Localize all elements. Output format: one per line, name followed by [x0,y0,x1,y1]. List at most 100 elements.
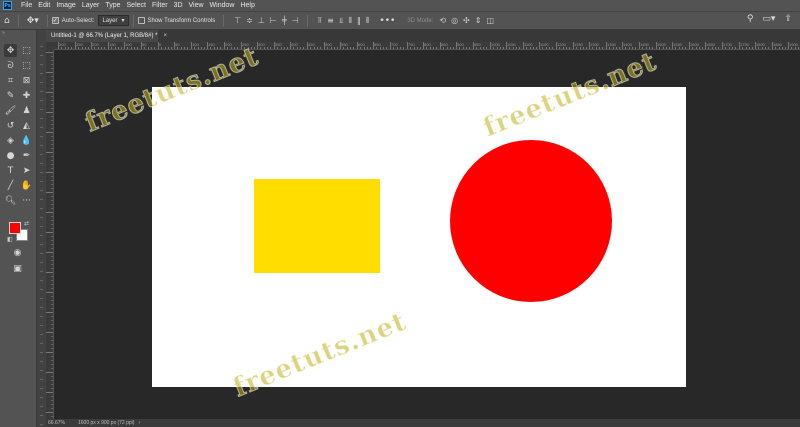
status-bar: 66.67% 1600 px x 900 px (72 ppi) › [46,419,800,427]
pan-3d-icon[interactable]: ✣ [463,16,470,25]
frame-tool-icon[interactable]: ⊠ [20,74,33,87]
menu-select[interactable]: Select [124,2,149,9]
history-brush-tool-icon[interactable]: ↺ [4,119,17,132]
ruler-tick-label: 1650 [706,42,715,47]
menu-window[interactable]: Window [207,2,238,9]
artboard-tool-icon[interactable]: ⬚ [20,44,33,57]
foreground-color-swatch[interactable] [9,222,21,234]
align-horizontal-center-icon[interactable]: ╪ [282,16,287,25]
dodge-tool-icon[interactable]: ● [4,149,17,162]
dock-strip-mark [40,235,43,236]
dock-strip-mark [40,208,43,209]
menu-edit[interactable]: Edit [35,2,53,9]
hand-tool-icon[interactable]: ✋ [20,179,33,192]
status-menu-arrow[interactable]: › [138,420,140,426]
eyedropper-tool-icon[interactable]: ✎ [4,89,17,102]
align-bottom-icon[interactable]: ⊥ [258,16,265,25]
menu-layer[interactable]: Layer [79,2,103,9]
type-tool-icon[interactable]: T [4,164,17,177]
paint-bucket-tool-icon[interactable]: ◈ [4,134,17,147]
menu-file[interactable]: File [18,2,35,9]
dock-strip-mark [40,199,43,200]
3d-mode-controls: ⟲ ◎ ✣ ⇕ ◫ [439,16,494,25]
distribute-right-icon[interactable]: ⦀ [366,16,370,26]
menu-view[interactable]: View [186,2,207,9]
lasso-tool-icon[interactable]: ᘐ [4,59,17,72]
zoom-level[interactable]: 66.67% [46,420,70,426]
zoom-tool-icon[interactable]: 🔍︎ [4,194,17,207]
move-tool-icon[interactable]: ✥ [4,44,17,57]
3d-mode-label: 3D Mode: [407,17,434,24]
orbit-3d-icon[interactable]: ⟲ [439,16,446,25]
quick-mask-icon[interactable]: ◉ [11,246,24,259]
yellow-rectangle-shape[interactable] [254,179,380,273]
dock-strip-mark [40,82,43,83]
screen-mode-icon[interactable]: ▣ [11,262,24,275]
menu-3d[interactable]: 3D [171,2,186,9]
show-transform-controls-checkbox[interactable] [137,17,145,24]
rectangular-marquee-tool-icon[interactable]: ⬚ [20,59,33,72]
panel-collapse-icon[interactable]: » [0,30,36,36]
menu-filter[interactable]: Filter [149,2,171,9]
ruler-tick-label: 1850 [773,42,782,47]
divider [17,14,19,27]
menu-help[interactable]: Help [237,2,257,9]
distribute-top-icon[interactable]: ⫪ [318,16,323,26]
crop-tool-icon[interactable]: ⌗ [4,74,17,87]
auto-select-checkbox[interactable]: ✓ [51,17,59,24]
ruler-tick [46,252,53,253]
photoshop-logo: Ps [3,1,12,10]
ruler-tick [46,352,53,353]
dock-strip-mark [40,388,43,389]
search-icon[interactable]: ⚲ [747,14,754,24]
dock-strip-mark [40,271,43,272]
share-icon[interactable]: ⇪ [784,14,792,24]
healing-brush-tool-icon[interactable]: ✚ [20,89,33,102]
ruler-tick [46,372,53,373]
dock-strip-mark [40,370,43,371]
ruler-tick-label: 1100 [524,42,533,47]
more-tools-icon[interactable]: ··· [20,194,33,207]
align-controls: ⊤ ≑ ⊥ ⊢ ╪ ⊣ [234,16,298,25]
eraser-tool-icon[interactable]: ◭ [20,119,33,132]
path-selection-tool-icon[interactable]: ➤ [20,164,33,177]
blur-tool-icon[interactable]: 💧 [20,134,33,147]
ruler-origin[interactable] [46,42,54,50]
document-info[interactable]: 1600 px x 900 px (72 ppi) [70,420,134,426]
brush-tool-icon[interactable]: 🖌 [4,104,17,117]
auto-select-label: Auto-Select: [61,17,95,24]
ruler-tick [46,192,53,193]
swap-colors-icon[interactable]: ⇄ [24,220,29,227]
distribute-controls: ⫪ ≡ ⫫ ⦀ ‖ ⦀ [318,16,370,26]
align-vertical-center-icon[interactable]: ≑ [246,16,253,25]
divider [132,14,134,27]
menu-image[interactable]: Image [53,2,78,9]
line-tool-icon[interactable]: ╱ [4,179,17,192]
distribute-left-icon[interactable]: ⦀ [348,16,352,26]
distribute-bottom-icon[interactable]: ⫫ [339,16,344,26]
menu-type[interactable]: Type [102,2,123,9]
move-tool-preset-icon[interactable]: ✥▾ [27,16,39,26]
dock-strip-mark [40,325,43,326]
scale-3d-icon[interactable]: ◫ [486,16,494,25]
vertical-ruler[interactable] [46,50,54,419]
auto-select-target-dropdown[interactable]: Layer ▾ [98,15,129,26]
document-tab[interactable]: Untitled-1 @ 66.7% (Layer 1, RGB/8#) * × [46,30,167,42]
align-top-icon[interactable]: ⊤ [234,16,241,25]
roll-3d-icon[interactable]: ◎ [451,16,458,25]
default-colors-icon[interactable]: ◧ [7,236,13,243]
align-right-icon[interactable]: ⊣ [292,16,299,25]
clone-stamp-tool-icon[interactable]: ♟ [20,104,33,117]
red-circle-shape[interactable] [450,140,612,302]
close-icon[interactable]: × [163,33,167,39]
distribute-hcenter-icon[interactable]: ‖ [357,16,361,26]
distribute-vcenter-icon[interactable]: ≡ [327,16,334,26]
slide-3d-icon[interactable]: ⇕ [475,16,482,25]
pen-tool-icon[interactable]: ✒ [20,149,33,162]
home-icon[interactable]: ⌂ [4,16,10,26]
workspace-icon[interactable]: ▭▾ [762,14,775,24]
document-canvas[interactable] [152,87,686,387]
horizontal-ruler[interactable]: 300 250 200 150 100 50 0 50 100 150 200 250 300 350 40… [54,42,800,50]
more-options-icon[interactable]: ••• [379,16,395,26]
align-left-icon[interactable]: ⊢ [270,16,277,25]
